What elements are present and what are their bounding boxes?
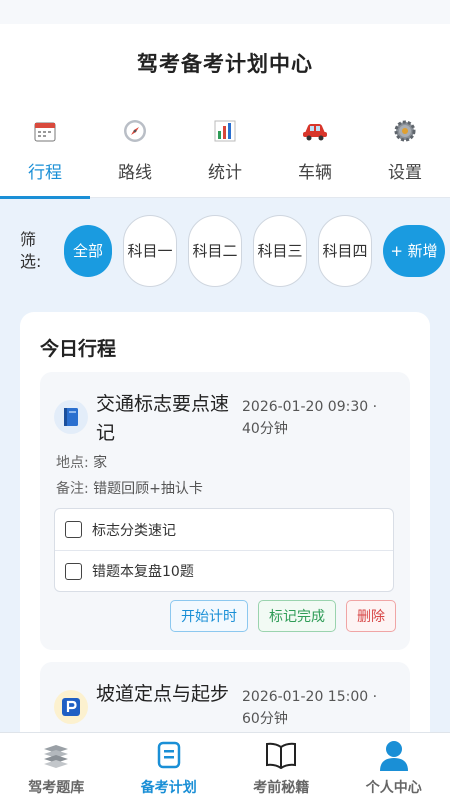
filter-chip-subject-4[interactable]: 科目四 (318, 215, 372, 287)
car-icon (302, 118, 328, 144)
checkbox[interactable] (65, 521, 82, 538)
filter-label: 筛选: (20, 230, 42, 271)
book-icon (54, 400, 88, 434)
app-header: 驾考备考计划中心 (0, 24, 450, 102)
schedule-item-time: 2026-01-20 15:00 · 60分钟 (242, 689, 378, 727)
schedule-item-time: 2026-01-20 09:30 · 40分钟 (242, 399, 378, 437)
note-value: 错题回顾+抽认卡 (93, 481, 203, 497)
filter-chip-subject-2[interactable]: 科目二 (188, 215, 242, 287)
tab-label: 统计 (208, 163, 242, 183)
tab-label: 车辆 (298, 163, 332, 183)
nav-question-bank[interactable]: 驾考题库 (0, 733, 113, 800)
parking-icon (54, 690, 88, 724)
bottom-nav: 驾考题库 备考计划 考前秘籍 个人中心 (0, 732, 450, 800)
schedule-item-name: 交通标志要点速记 (96, 393, 230, 444)
status-bar (0, 0, 450, 24)
add-plan-button[interactable]: + 新增 (383, 225, 445, 277)
nav-study-plan[interactable]: 备考计划 (113, 733, 226, 800)
tab-label: 行程 (28, 163, 62, 183)
nav-label: 驾考题库 (28, 780, 85, 796)
gear-icon (392, 118, 418, 144)
tab-vehicle[interactable]: 车辆 (270, 102, 360, 198)
bar-chart-icon (212, 118, 238, 144)
start-timer-button[interactable]: 开始计时 (170, 600, 248, 632)
nav-label: 备考计划 (140, 780, 197, 796)
schedule-item-header: 交通标志要点速记 2026-01-20 09:30 · 40分钟 (54, 390, 399, 448)
subject-filter: 筛选: 全部 科目一 科目二 科目三 科目四 + 新增 (0, 198, 450, 304)
tab-label: 设置 (388, 163, 422, 183)
question-bank-icon (39, 739, 73, 771)
today-schedule-card: 今日行程 交通标志要点速记 2026-01-20 09:30 · 40分钟 地点… (20, 312, 430, 772)
section-title: 今日行程 (40, 338, 117, 360)
location-label: 地点: (56, 455, 89, 471)
mark-done-button[interactable]: 标记完成 (258, 600, 336, 632)
tab-stats[interactable]: 统计 (180, 102, 270, 198)
checklist-item[interactable]: 标志分类速记 (55, 509, 393, 550)
filter-chip-all[interactable]: 全部 (64, 225, 112, 277)
tab-settings[interactable]: 设置 (360, 102, 450, 198)
calendar-icon (32, 118, 58, 144)
open-book-icon (264, 739, 298, 771)
filter-chip-subject-1[interactable]: 科目一 (123, 215, 177, 287)
page-title: 驾考备考计划中心 (137, 52, 313, 76)
checklist-item-label: 标志分类速记 (92, 522, 176, 539)
nav-label: 个人中心 (365, 780, 422, 796)
checklist-item-label: 错题本复盘10题 (92, 564, 194, 580)
tab-route[interactable]: 路线 (90, 102, 180, 198)
tab-label: 路线 (118, 163, 152, 183)
schedule-item-header: 坡道定点与起步 2026-01-20 15:00 · 60分钟 (54, 680, 399, 730)
item-actions: 开始计时 标记完成 删除 (160, 600, 396, 632)
checkbox[interactable] (65, 562, 82, 580)
checklist-item[interactable]: 错题本复盘10题 (55, 550, 393, 591)
note-row: 备注: 错题回顾+抽认卡 (56, 478, 203, 498)
top-tab-bar: 行程 路线 统计 车辆 设置 (0, 102, 450, 199)
filter-chip-subject-3[interactable]: 科目三 (253, 215, 307, 287)
delete-button[interactable]: 删除 (346, 600, 396, 632)
nav-label: 考前秘籍 (253, 780, 310, 796)
nav-profile[interactable]: 个人中心 (338, 733, 450, 800)
tab-schedule[interactable]: 行程 (0, 102, 90, 199)
plan-list-icon (152, 739, 186, 771)
location-row: 地点: 家 (56, 452, 107, 472)
user-icon (377, 739, 411, 771)
compass-icon (122, 118, 148, 144)
nav-exam-tips[interactable]: 考前秘籍 (225, 733, 338, 800)
location-value: 家 (93, 455, 108, 471)
note-label: 备注: (56, 481, 89, 497)
checklist: 标志分类速记 错题本复盘10题 (54, 508, 394, 592)
schedule-item-name: 坡道定点与起步 (96, 683, 230, 705)
schedule-item[interactable]: 交通标志要点速记 2026-01-20 09:30 · 40分钟 地点: 家 备… (40, 372, 410, 650)
